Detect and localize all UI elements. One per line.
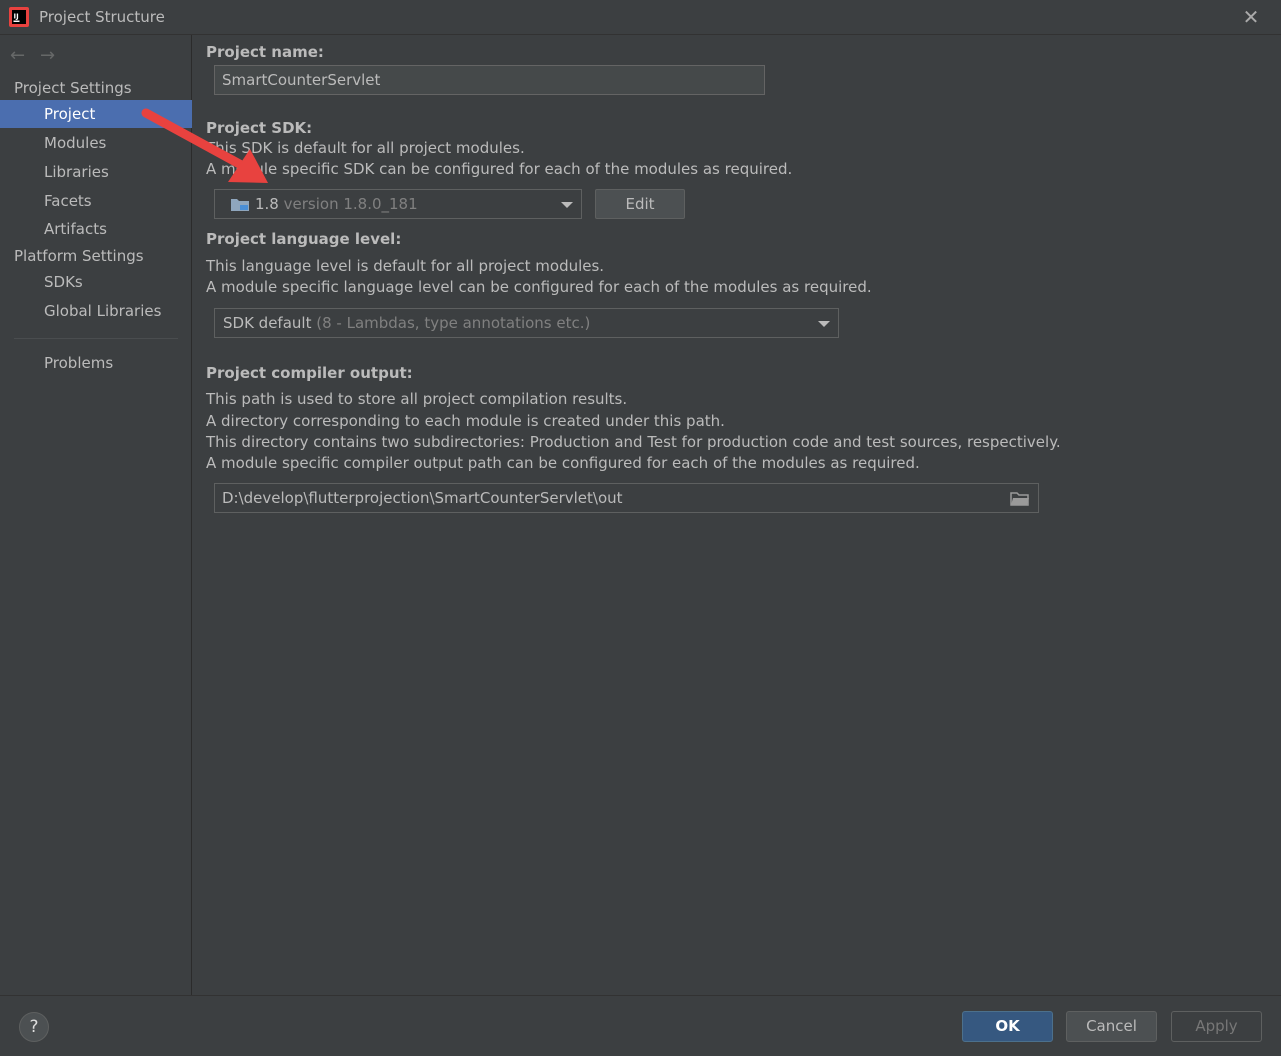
language-level-label: Project language level: <box>206 230 402 248</box>
language-level-selected: SDK default <box>223 314 312 332</box>
compiler-output-description-4: A module specific compiler output path c… <box>206 454 920 472</box>
project-name-label: Project name: <box>206 43 324 61</box>
title-bar: IJ Project Structure ✕ <box>0 0 1281 35</box>
compiler-output-description-3: This directory contains two subdirectori… <box>206 433 1061 451</box>
compiler-output-path-input[interactable]: D:\develop\flutterprojection\SmartCounte… <box>214 483 1039 513</box>
intellij-app-icon: IJ <box>9 7 29 27</box>
sidebar-item-project[interactable]: Project <box>0 100 192 128</box>
close-icon[interactable]: ✕ <box>1240 6 1262 28</box>
apply-button[interactable]: Apply <box>1171 1011 1262 1042</box>
project-settings-panel: Project name: SmartCounterServlet Projec… <box>193 35 1281 995</box>
chevron-down-icon <box>818 321 830 327</box>
sdk-selected-version: version 1.8.0_181 <box>283 195 418 213</box>
ok-button[interactable]: OK <box>962 1011 1053 1042</box>
compiler-output-description-2: A directory corresponding to each module… <box>206 412 725 430</box>
edit-sdk-button[interactable]: Edit <box>595 189 685 219</box>
sidebar-item-problems[interactable]: Problems <box>0 349 192 377</box>
sdk-selected-name: 1.8 <box>255 195 279 213</box>
project-sdk-description-2: A module specific SDK can be configured … <box>206 160 793 178</box>
sidebar-item-libraries[interactable]: Libraries <box>0 158 192 186</box>
back-arrow-icon[interactable]: ← <box>10 45 32 66</box>
svg-text:IJ: IJ <box>14 13 19 21</box>
cancel-button[interactable]: Cancel <box>1066 1011 1157 1042</box>
language-level-detail: (8 - Lambdas, type annotations etc.) <box>316 314 591 332</box>
compiler-output-description-1: This path is used to store all project c… <box>206 390 628 408</box>
sidebar-divider <box>14 338 178 339</box>
project-sdk-dropdown[interactable]: 1.8 version 1.8.0_181 <box>214 189 582 219</box>
project-name-input[interactable]: SmartCounterServlet <box>214 65 765 95</box>
platform-settings-header: Platform Settings <box>14 247 144 265</box>
language-level-dropdown[interactable]: SDK default (8 - Lambdas, type annotatio… <box>214 308 839 338</box>
project-sdk-description-1: This SDK is default for all project modu… <box>206 139 525 157</box>
forward-arrow-icon[interactable]: → <box>40 45 62 66</box>
sdk-folder-icon <box>231 199 249 211</box>
sidebar-item-sdks[interactable]: SDKs <box>0 268 192 296</box>
sidebar: ← → Project Settings Project Modules Libr… <box>0 35 192 995</box>
browse-folder-icon[interactable] <box>1010 491 1030 507</box>
dialog-footer: ? OK Cancel Apply <box>0 995 1281 1056</box>
project-sdk-label: Project SDK: <box>206 119 313 137</box>
language-level-description-1: This language level is default for all p… <box>206 257 605 275</box>
window-title: Project Structure <box>39 8 165 26</box>
compiler-output-label: Project compiler output: <box>206 364 413 382</box>
sidebar-item-global-libraries[interactable]: Global Libraries <box>0 297 192 325</box>
chevron-down-icon <box>561 202 573 208</box>
language-level-description-2: A module specific language level can be … <box>206 278 872 296</box>
project-settings-header: Project Settings <box>14 79 132 97</box>
sidebar-item-facets[interactable]: Facets <box>0 187 192 215</box>
navigation-arrows: ← → <box>10 45 70 66</box>
help-button[interactable]: ? <box>19 1012 49 1042</box>
sidebar-item-artifacts[interactable]: Artifacts <box>0 215 192 243</box>
sidebar-item-modules[interactable]: Modules <box>0 129 192 157</box>
compiler-output-path: D:\develop\flutterprojection\SmartCounte… <box>222 489 623 507</box>
